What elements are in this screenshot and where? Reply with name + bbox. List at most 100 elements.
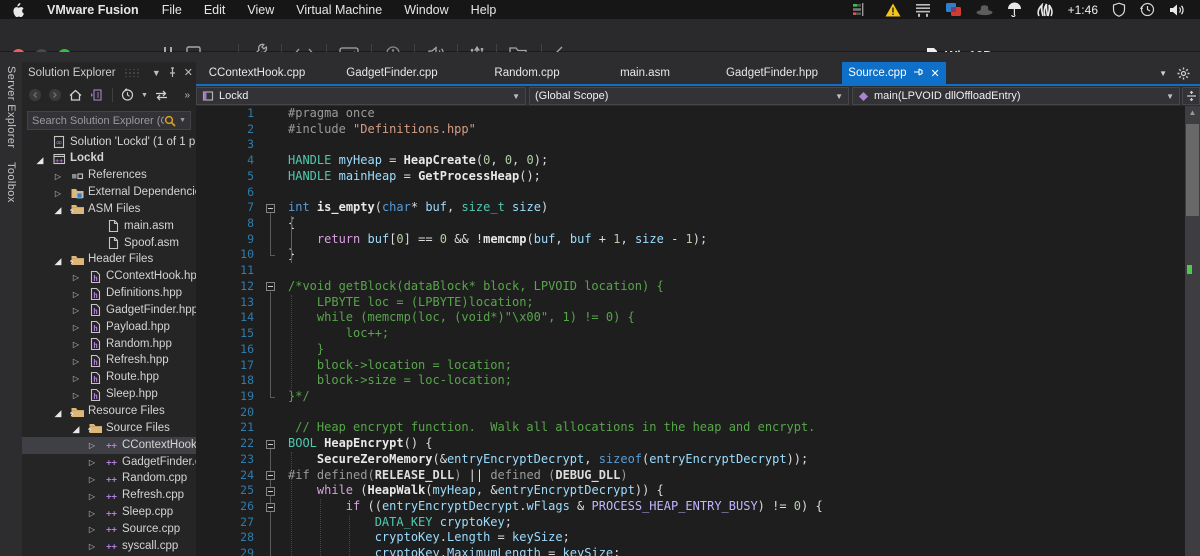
- search-box[interactable]: Search Solution Explorer (C ▼: [27, 111, 191, 130]
- member-dropdown[interactable]: main(LPVOID dllOffloadEntry) ▼: [852, 87, 1180, 105]
- line-number[interactable]: 8: [196, 216, 254, 232]
- tree-item-lockd[interactable]: ◢++Lockd: [22, 151, 196, 168]
- line-number[interactable]: 15: [196, 326, 254, 342]
- tree-expanded-arrow-icon[interactable]: ◢: [52, 408, 64, 419]
- tab-gadgetfinder-cpp[interactable]: GadgetFinder.cpp: [318, 62, 466, 84]
- tree-collapsed-arrow-icon[interactable]: ▷: [86, 525, 98, 534]
- menubar-app-name[interactable]: VMware Fusion: [35, 3, 151, 17]
- code-line[interactable]: 16 }: [196, 342, 1185, 358]
- flame-icon[interactable]: [1036, 3, 1054, 17]
- tree-item-source-files[interactable]: ◢Source Files: [22, 420, 196, 437]
- line-number[interactable]: 17: [196, 358, 254, 374]
- menubar-menu-view[interactable]: View: [236, 0, 285, 19]
- tree-collapsed-arrow-icon[interactable]: ▷: [86, 441, 98, 450]
- line-number[interactable]: 13: [196, 295, 254, 311]
- line-number[interactable]: 25: [196, 483, 254, 499]
- line-number[interactable]: 16: [196, 342, 254, 358]
- code-line[interactable]: 15 loc++;: [196, 326, 1185, 342]
- panel-dropdown-icon[interactable]: ▼: [149, 68, 164, 78]
- tree-item-ccontexthook-hpp[interactable]: ▷hCContextHook.hpp: [22, 269, 196, 286]
- pending-changes-icon[interactable]: [121, 88, 135, 102]
- menubar-menu-virtual-machine[interactable]: Virtual Machine: [285, 0, 393, 19]
- tab-main-asm[interactable]: main.asm: [588, 62, 702, 84]
- refresh-icon[interactable]: [154, 89, 169, 102]
- fusion-icon[interactable]: [945, 2, 962, 17]
- code-line[interactable]: 13 LPBYTE loc = (LPBYTE)location;: [196, 295, 1185, 311]
- tree-item-source-cpp[interactable]: ▷++Source.cpp: [22, 521, 196, 538]
- fold-collapse-button[interactable]: [266, 503, 275, 512]
- tab-random-cpp[interactable]: Random.cpp: [466, 62, 588, 84]
- fold-collapse-button[interactable]: [266, 440, 275, 449]
- tree-collapsed-arrow-icon[interactable]: ▷: [86, 542, 98, 551]
- tree-expanded-arrow-icon[interactable]: ◢: [34, 155, 46, 166]
- tree-item-references[interactable]: ▷References: [22, 168, 196, 185]
- scroll-up-arrow[interactable]: ▲: [1185, 108, 1200, 117]
- line-number[interactable]: 21: [196, 420, 254, 436]
- tree-item-main-asm[interactable]: main.asm: [22, 218, 196, 235]
- line-number[interactable]: 27: [196, 515, 254, 531]
- line-number[interactable]: 28: [196, 530, 254, 546]
- fold-collapse-button[interactable]: [266, 487, 275, 496]
- tree-item-payload-hpp[interactable]: ▷hPayload.hpp: [22, 319, 196, 336]
- tree-collapsed-arrow-icon[interactable]: ▷: [70, 391, 82, 400]
- code-line[interactable]: 19}*/: [196, 389, 1185, 405]
- line-number[interactable]: 24: [196, 468, 254, 484]
- tree-collapsed-arrow-icon[interactable]: ▷: [70, 374, 82, 383]
- menubar-menu-help[interactable]: Help: [460, 0, 508, 19]
- shield-icon[interactable]: [1112, 2, 1126, 17]
- tree-collapsed-arrow-icon[interactable]: ▷: [70, 357, 82, 366]
- scrollbar-thumb[interactable]: [1186, 124, 1199, 216]
- tab-list-dropdown-icon[interactable]: ▼: [1159, 69, 1167, 78]
- tree-item-definitions-hpp[interactable]: ▷hDefinitions.hpp: [22, 286, 196, 303]
- tab-server-explorer[interactable]: Server Explorer: [5, 66, 17, 148]
- editor-scrollbar[interactable]: ▲: [1185, 106, 1200, 556]
- tree-collapsed-arrow-icon[interactable]: ▷: [70, 340, 82, 349]
- code-line[interactable]: 9 return buf[0] == 0 && !memcmp(buf, buf…: [196, 232, 1185, 248]
- back-icon[interactable]: [28, 88, 42, 102]
- code-line[interactable]: 4HANDLE myHeap = HeapCreate(0, 0, 0);: [196, 153, 1185, 169]
- close-tab-icon[interactable]: ✕: [930, 67, 939, 80]
- code-line[interactable]: 18 block->size = loc-location;: [196, 373, 1185, 389]
- code-line[interactable]: 17 block->location = location;: [196, 358, 1185, 374]
- tree-item-solution-lockd-1-of-1-project-[interactable]: ∞Solution 'Lockd' (1 of 1 project): [22, 134, 196, 151]
- tree-expanded-arrow-icon[interactable]: ◢: [70, 424, 82, 435]
- tree-item-asm-files[interactable]: ◢ASM Files: [22, 201, 196, 218]
- tab-source-cpp[interactable]: Source.cpp✕: [842, 62, 946, 84]
- fold-collapse-button[interactable]: [266, 282, 275, 291]
- search-dropdown-icon[interactable]: ▼: [176, 117, 186, 124]
- code-line[interactable]: 11: [196, 263, 1185, 279]
- line-number[interactable]: 29: [196, 546, 254, 556]
- close-panel-icon[interactable]: ✕: [181, 66, 196, 79]
- code-line[interactable]: 6: [196, 185, 1185, 201]
- tree-collapsed-arrow-icon[interactable]: ▷: [86, 509, 98, 518]
- code-line[interactable]: 20: [196, 405, 1185, 421]
- tree-item-spoof-asm[interactable]: Spoof.asm: [22, 235, 196, 252]
- menubar-menu-edit[interactable]: Edit: [193, 0, 237, 19]
- line-number[interactable]: 18: [196, 373, 254, 389]
- apple-menu[interactable]: [0, 0, 35, 19]
- code-line[interactable]: 26 if ((entryEncryptDecrypt.wFlags & PRO…: [196, 499, 1185, 515]
- tree-item-sleep-cpp[interactable]: ▷++Sleep.cpp: [22, 505, 196, 522]
- line-number[interactable]: 23: [196, 452, 254, 468]
- tree-collapsed-arrow-icon[interactable]: ▷: [86, 458, 98, 467]
- split-editor-button[interactable]: [1182, 87, 1200, 105]
- volume-icon[interactable]: [1169, 3, 1186, 17]
- code-line[interactable]: 10}: [196, 247, 1185, 263]
- code-line[interactable]: 23 SecureZeroMemory(&entryEncryptDecrypt…: [196, 452, 1185, 468]
- line-number[interactable]: 1: [196, 106, 254, 122]
- tree-item-refresh-hpp[interactable]: ▷hRefresh.hpp: [22, 353, 196, 370]
- tree-item-gadgetfinder-cpp[interactable]: ▷++GadgetFinder.cpp: [22, 454, 196, 471]
- code-editor[interactable]: 1#pragma once2#include "Definitions.hpp"…: [196, 106, 1185, 556]
- line-number[interactable]: 9: [196, 232, 254, 248]
- code-line[interactable]: 14 while (memcmp(loc, (void*)"\x00", 1) …: [196, 310, 1185, 326]
- code-line[interactable]: 5HANDLE mainHeap = GetProcessHeap();: [196, 169, 1185, 185]
- hat-icon[interactable]: [976, 3, 993, 16]
- line-number[interactable]: 3: [196, 137, 254, 153]
- tree-collapsed-arrow-icon[interactable]: ▷: [86, 475, 98, 484]
- gear-icon[interactable]: [1177, 67, 1190, 80]
- tree-item-resource-files[interactable]: ◢Resource Files: [22, 404, 196, 421]
- fan-status-icon[interactable]: [853, 3, 871, 17]
- tab-toolbox[interactable]: Toolbox: [5, 162, 17, 203]
- code-line[interactable]: 25 while (HeapWalk(myHeap, &entryEncrypt…: [196, 483, 1185, 499]
- line-number[interactable]: 10: [196, 247, 254, 263]
